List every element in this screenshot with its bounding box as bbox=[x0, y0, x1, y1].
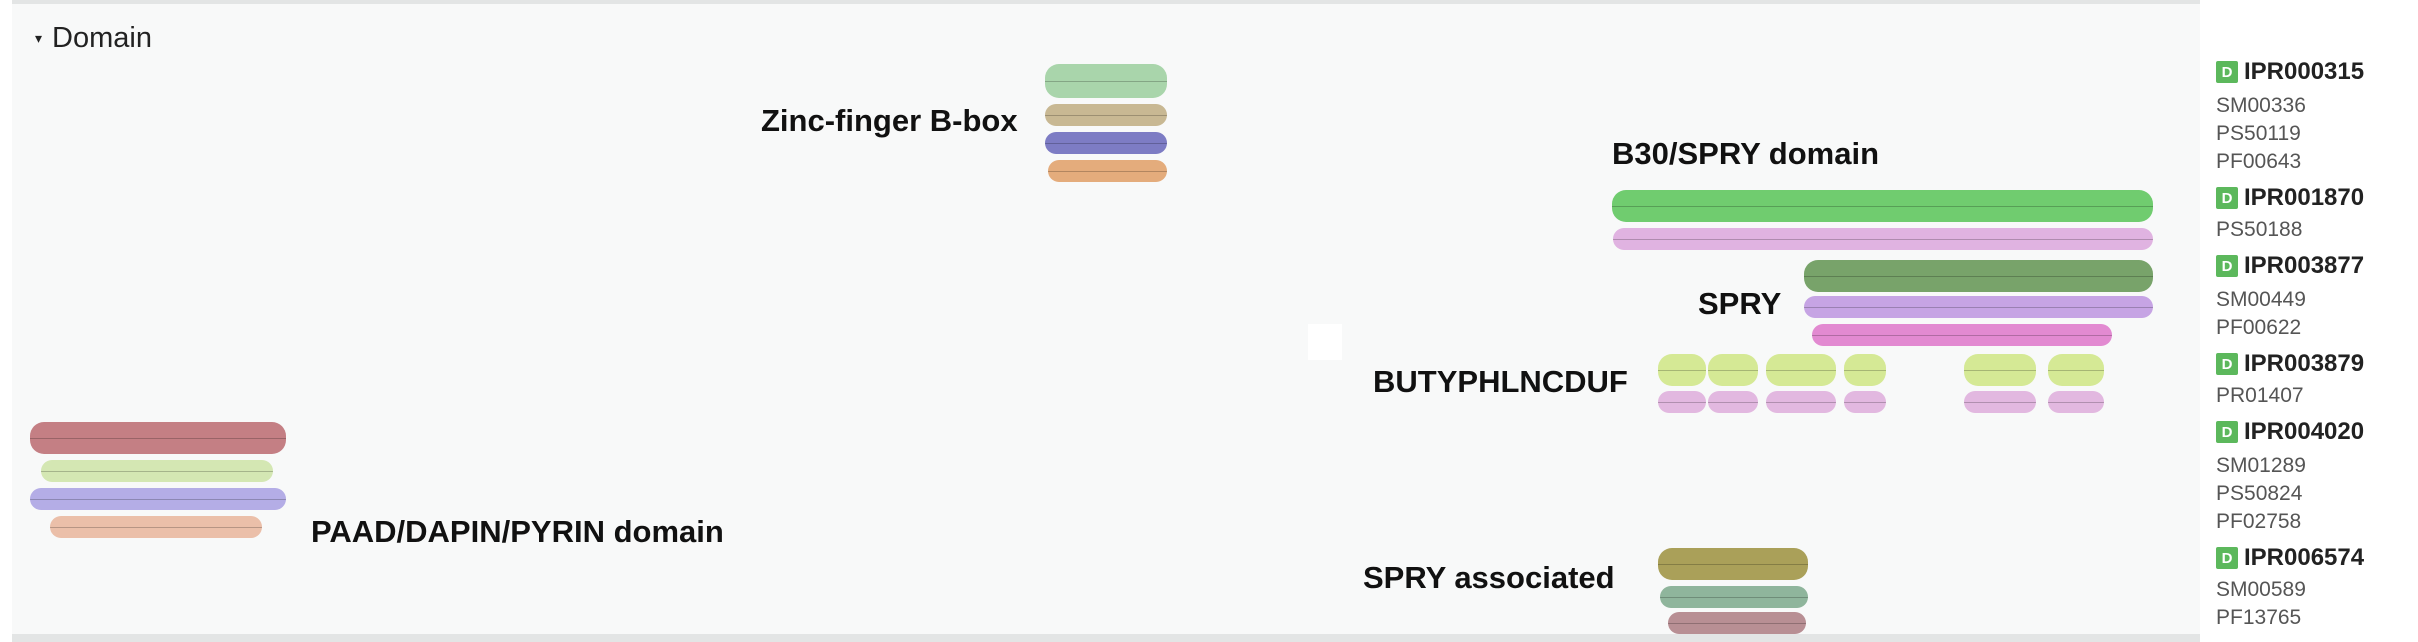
section-title: Domain bbox=[52, 21, 152, 54]
domain-badge-icon: D bbox=[2216, 547, 2238, 569]
domain-label-b30-spry: B30/SPRY domain bbox=[1612, 136, 1880, 171]
domain-badge-icon: D bbox=[2216, 61, 2238, 83]
entry-accession[interactable]: IPR001870 bbox=[2244, 184, 2364, 212]
entry-accession[interactable]: IPR003877 bbox=[2244, 252, 2364, 280]
member-accession[interactable]: PS50824 bbox=[2216, 482, 2302, 506]
domain-track-zinc-finger-prosite[interactable] bbox=[1045, 132, 1167, 154]
member-accession[interactable]: PF02758 bbox=[2216, 510, 2301, 534]
member-accession[interactable]: PS50119 bbox=[2216, 122, 2301, 146]
member-accession[interactable]: PR01407 bbox=[2216, 384, 2304, 408]
member-accession[interactable]: PF13765 bbox=[2216, 606, 2301, 630]
domain-track-pyrin-prosite[interactable] bbox=[30, 488, 286, 510]
domain-track-butyphlncduf-prints[interactable] bbox=[1766, 391, 1836, 413]
domain-track-spry-pfam[interactable] bbox=[1812, 324, 2112, 346]
domain-track-spry-associated-interpro[interactable] bbox=[1658, 548, 1808, 580]
domain-track-zinc-finger-smart[interactable] bbox=[1045, 104, 1167, 126]
domain-track-spry-smart[interactable] bbox=[1804, 296, 2153, 318]
entry-row-ipr000315[interactable]: D IPR000315 bbox=[2216, 56, 2364, 88]
domain-track-butyphlncduf-prints[interactable] bbox=[1844, 391, 1886, 413]
domain-track-spry-associated-smart[interactable] bbox=[1660, 586, 1808, 608]
domain-track-b30-spry-prosite[interactable] bbox=[1613, 228, 2153, 250]
domain-label-zinc-finger: Zinc-finger B-box bbox=[761, 103, 1018, 138]
domain-track-butyphlncduf-interpro[interactable] bbox=[2048, 354, 2104, 386]
member-accession[interactable]: PF00643 bbox=[2216, 150, 2301, 174]
member-accession[interactable]: SM01289 bbox=[2216, 454, 2306, 478]
domain-track-pyrin-pfam[interactable] bbox=[50, 516, 262, 538]
entry-row-ipr003879[interactable]: D IPR003879 bbox=[2216, 348, 2364, 380]
domain-track-butyphlncduf-interpro[interactable] bbox=[1658, 354, 1706, 386]
domain-section-toggle[interactable]: ▾ Domain bbox=[35, 20, 152, 56]
domain-badge-icon: D bbox=[2216, 421, 2238, 443]
domain-label-butyphlncduf: BUTYPHLNCDUF bbox=[1373, 364, 1628, 399]
domain-track-butyphlncduf-prints[interactable] bbox=[1708, 391, 1758, 413]
entry-accession[interactable]: IPR006574 bbox=[2244, 544, 2364, 572]
member-accession[interactable]: SM00449 bbox=[2216, 288, 2306, 312]
member-accession[interactable]: PS50188 bbox=[2216, 218, 2302, 242]
entry-row-ipr006574[interactable]: D IPR006574 bbox=[2216, 542, 2364, 574]
member-accession[interactable]: PF00622 bbox=[2216, 316, 2301, 340]
domain-track-butyphlncduf-prints[interactable] bbox=[1964, 391, 2036, 413]
entry-list: D IPR000315 SM00336 PS50119 PF00643 D IP… bbox=[2216, 0, 2416, 642]
domain-track-butyphlncduf-prints[interactable] bbox=[2048, 391, 2104, 413]
domain-track-butyphlncduf-interpro[interactable] bbox=[1964, 354, 2036, 386]
domain-badge-icon: D bbox=[2216, 353, 2238, 375]
domain-track-butyphlncduf-interpro[interactable] bbox=[1766, 354, 1836, 386]
entry-accession[interactable]: IPR000315 bbox=[2244, 58, 2364, 86]
entry-row-ipr001870[interactable]: D IPR001870 bbox=[2216, 182, 2364, 214]
entry-row-ipr003877[interactable]: D IPR003877 bbox=[2216, 250, 2364, 282]
domain-track-spry-interpro[interactable] bbox=[1804, 260, 2153, 292]
domain-track-butyphlncduf-interpro[interactable] bbox=[1708, 354, 1758, 386]
domain-track-butyphlncduf-interpro[interactable] bbox=[1844, 354, 1886, 386]
member-accession[interactable]: SM00336 bbox=[2216, 94, 2306, 118]
domain-track-butyphlncduf-prints[interactable] bbox=[1658, 391, 1706, 413]
domain-track-zinc-finger-interpro[interactable] bbox=[1045, 64, 1167, 98]
domain-label-spry: SPRY bbox=[1698, 286, 1782, 321]
domain-track-pyrin-interpro[interactable] bbox=[30, 422, 286, 454]
blank-square bbox=[1308, 324, 1342, 360]
domain-label-paad-dapin-pyrin: PAAD/DAPIN/PYRIN domain bbox=[311, 514, 724, 549]
domain-track-spry-associated-pfam[interactable] bbox=[1668, 612, 1806, 634]
domain-track-pyrin-smart[interactable] bbox=[41, 460, 273, 482]
domain-label-spry-associated: SPRY associated bbox=[1363, 560, 1615, 595]
domain-track-zinc-finger-pfam[interactable] bbox=[1048, 160, 1167, 182]
domain-track-b30-spry-interpro[interactable] bbox=[1612, 190, 2153, 222]
collapse-triangle-icon: ▾ bbox=[35, 29, 43, 46]
member-accession[interactable]: SM00589 bbox=[2216, 578, 2306, 602]
domain-panel: ▾ Domain Zinc-finger B-box B30/SPRY doma… bbox=[12, 0, 2200, 642]
entry-row-ipr004020[interactable]: D IPR004020 bbox=[2216, 416, 2364, 448]
domain-badge-icon: D bbox=[2216, 255, 2238, 277]
domain-badge-icon: D bbox=[2216, 187, 2238, 209]
entry-accession[interactable]: IPR003879 bbox=[2244, 350, 2364, 378]
entry-accession[interactable]: IPR004020 bbox=[2244, 418, 2364, 446]
